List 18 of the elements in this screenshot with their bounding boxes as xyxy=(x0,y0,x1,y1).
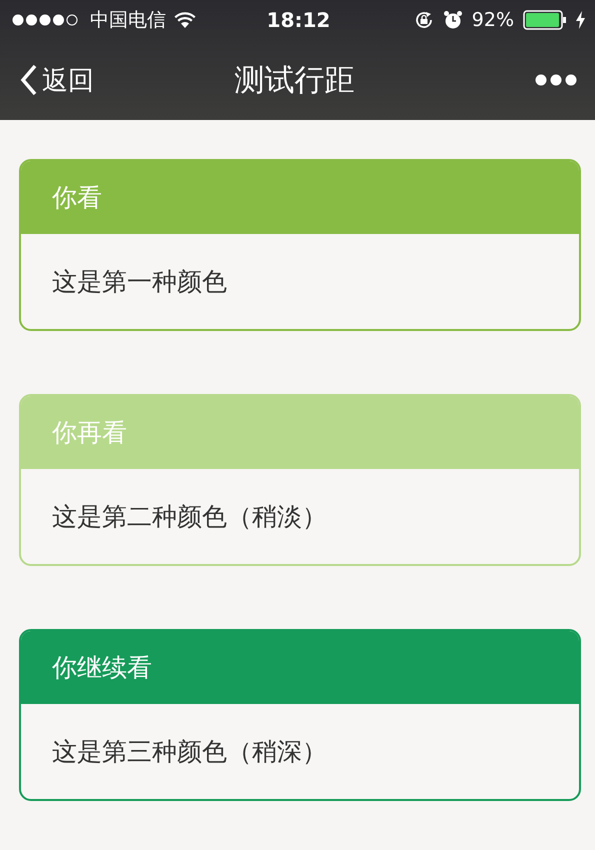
page-title: 测试行距 xyxy=(234,62,356,100)
card-text: 这是第三种颜色（稍深） xyxy=(52,736,327,768)
battery-icon xyxy=(523,10,568,30)
clock-time: 18:12 xyxy=(266,8,330,32)
wifi-icon xyxy=(174,12,196,28)
battery-percentage: 92% xyxy=(472,9,514,31)
chevron-left-icon xyxy=(20,64,38,96)
charging-icon xyxy=(576,11,586,29)
card-title: 你继续看 xyxy=(52,652,152,684)
back-button[interactable]: 返回 xyxy=(20,62,94,98)
more-icon[interactable] xyxy=(535,74,577,86)
rotation-lock-icon xyxy=(414,10,434,30)
card-title: 你看 xyxy=(52,182,102,214)
card-text: 这是第二种颜色（稍淡） xyxy=(52,501,327,533)
card-title: 你再看 xyxy=(52,417,127,449)
alarm-icon xyxy=(442,10,463,30)
card-text: 这是第一种颜色 xyxy=(52,266,227,298)
carrier-name: 中国电信 xyxy=(90,8,166,33)
